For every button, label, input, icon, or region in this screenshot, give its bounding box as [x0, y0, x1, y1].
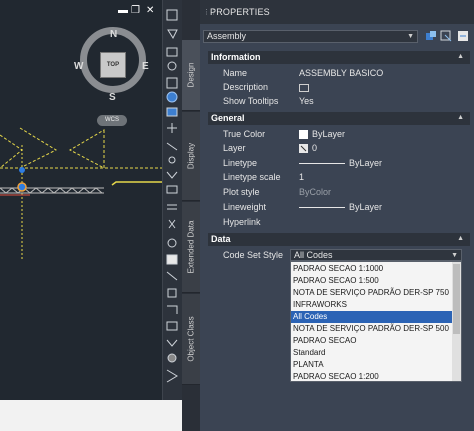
tab-design-label: Design: [186, 62, 196, 88]
toggle-pickadd-icon[interactable]: [425, 30, 437, 42]
color-swatch-icon: [299, 130, 308, 140]
dropdown-option[interactable]: NOTA DE SERVIÇO PADRÃO DER-SP 500: [291, 323, 455, 335]
layer-value[interactable]: 0: [299, 143, 318, 154]
collapse-icon[interactable]: ▲: [457, 53, 464, 60]
command-line-area[interactable]: [0, 400, 182, 431]
description-editor-icon[interactable]: [299, 83, 309, 92]
palette-title: PROPERTIES: [210, 7, 270, 17]
dropdown-option[interactable]: PADRAO SECAO 1:200: [291, 371, 455, 383]
tab-object-class[interactable]: Object Class: [182, 294, 200, 385]
section-information-title: Information: [211, 52, 261, 62]
property-label: True Color: [223, 129, 266, 139]
lineweight-value[interactable]: ByLayer: [299, 202, 382, 212]
property-value: ByColor: [299, 187, 332, 197]
dropdown-option[interactable]: PADRAO SECAO: [291, 335, 455, 347]
property-label: Name: [223, 68, 248, 78]
section-data-title: Data: [211, 234, 231, 244]
toolstrip-icons: [166, 9, 178, 383]
property-value: ByLayer: [349, 202, 383, 212]
tab-extended-data-label: Extended Data: [186, 220, 196, 274]
code-set-style-value: All Codes: [294, 250, 333, 260]
property-label: Show Tooltips: [223, 96, 279, 106]
property-value[interactable]: 1: [299, 172, 304, 182]
code-set-style-dropdown[interactable]: PADRAO SECAO 1:1000 PADRAO SECAO 1:500 N…: [290, 261, 462, 382]
collapse-icon[interactable]: ▲: [457, 114, 464, 121]
dropdown-option[interactable]: PADRAO SECAO 1:1000: [291, 263, 455, 275]
palette-title-bar[interactable]: ⋮⋮ PROPERTIES: [200, 0, 474, 24]
dropdown-scrollbar[interactable]: [452, 262, 461, 381]
true-color-value[interactable]: ByLayer: [299, 129, 346, 140]
property-row-name[interactable]: Name ASSEMBLY BASICO: [208, 66, 470, 80]
selection-dropdown[interactable]: Assembly ▼: [203, 30, 418, 43]
assembly-drawing: [0, 127, 162, 260]
property-label: Code Set Style: [223, 250, 284, 260]
property-label: Linetype: [223, 158, 258, 168]
layer-icon: [299, 144, 308, 154]
tab-display[interactable]: Display: [182, 112, 200, 201]
property-value[interactable]: ASSEMBLY BASICO: [299, 68, 383, 78]
property-label: Hyperlink: [223, 217, 261, 227]
property-row-linetype-scale[interactable]: Linetype scale 1: [208, 170, 470, 184]
collapse-icon[interactable]: ▲: [457, 235, 464, 242]
dropdown-option[interactable]: NOTA DE SERVIÇO PADRÃO DER-SP 750: [291, 287, 455, 299]
property-row-linetype[interactable]: Linetype ByLayer: [208, 156, 470, 170]
code-set-style-select[interactable]: All Codes ▼: [290, 249, 462, 261]
chevron-down-icon: ▼: [407, 33, 414, 40]
description-value[interactable]: [299, 82, 309, 92]
property-label: Description: [223, 82, 269, 92]
drawing-canvas[interactable]: ▬ ❐ ✕ TOP N S E W WCS: [0, 0, 162, 400]
properties-palette: ⋮⋮ PROPERTIES Assembly ▼ Information ▲ N…: [200, 0, 474, 431]
section-data[interactable]: Data ▲: [208, 233, 470, 246]
dropdown-option[interactable]: PADRAO SECAO 1:500: [291, 275, 455, 287]
property-row-true-color[interactable]: True Color ByLayer: [208, 127, 470, 141]
palette-vertical-tabs: Design Display Extended Data Object Clas…: [182, 0, 200, 431]
property-value: 0: [312, 143, 318, 153]
chevron-down-icon: ▼: [451, 252, 458, 259]
dropdown-option[interactable]: PLANTA: [291, 359, 455, 371]
property-label: Plot style: [223, 187, 260, 197]
property-row-lineweight[interactable]: Lineweight ByLayer: [208, 200, 470, 214]
dropdown-option-selected[interactable]: All Codes: [291, 311, 455, 323]
property-label: Layer: [223, 143, 246, 153]
section-general[interactable]: General ▲: [208, 112, 470, 125]
section-information[interactable]: Information ▲: [208, 51, 470, 64]
tab-design[interactable]: Design: [182, 40, 200, 111]
property-row-hyperlink[interactable]: Hyperlink: [208, 215, 470, 229]
property-row-plot-style[interactable]: Plot style ByColor: [208, 185, 470, 199]
dropdown-option[interactable]: INFRAWORKS: [291, 299, 455, 311]
property-value[interactable]: Yes: [299, 96, 314, 106]
selection-value: Assembly: [207, 31, 247, 41]
lineweight-sample-icon: [299, 207, 345, 209]
linetype-value[interactable]: ByLayer: [299, 158, 382, 168]
property-row-layer[interactable]: Layer 0: [208, 141, 470, 155]
property-value: ByLayer: [349, 158, 383, 168]
section-general-title: General: [211, 113, 245, 123]
property-label: Lineweight: [223, 202, 267, 212]
scrollbar-thumb[interactable]: [453, 264, 460, 334]
property-row-show-tooltips[interactable]: Show Tooltips Yes: [208, 94, 470, 108]
tab-display-label: Display: [186, 142, 196, 170]
property-row-description[interactable]: Description: [208, 80, 470, 94]
tab-extended-data[interactable]: Extended Data: [182, 202, 200, 293]
linetype-sample-icon: [299, 163, 345, 165]
quick-select-icon[interactable]: [457, 30, 469, 42]
dropdown-option[interactable]: Standard: [291, 347, 455, 359]
property-label: Linetype scale: [223, 172, 281, 182]
palette-toolstrip: [162, 0, 183, 400]
property-value: ByLayer: [312, 129, 346, 139]
select-objects-icon[interactable]: [440, 30, 452, 42]
tab-object-class-label: Object Class: [186, 316, 196, 362]
